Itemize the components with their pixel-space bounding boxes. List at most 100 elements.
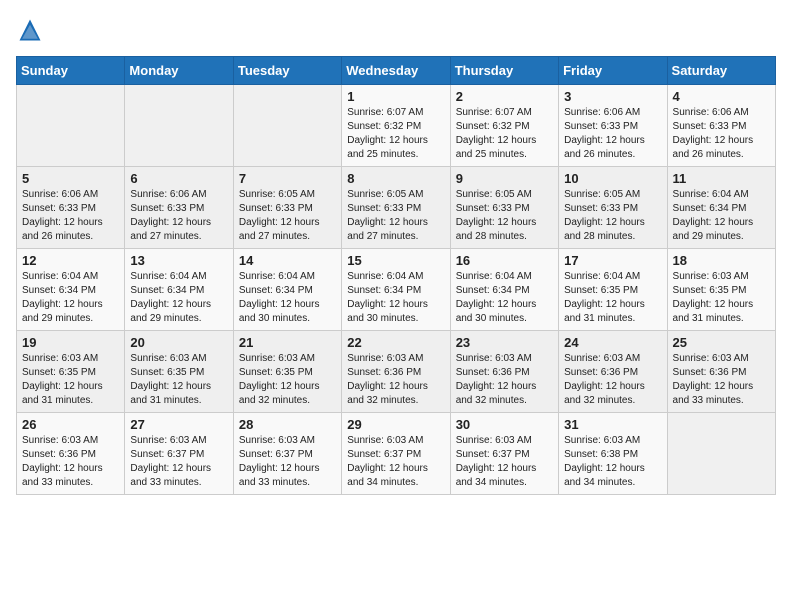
weekday-header-tuesday: Tuesday [233,57,341,85]
calendar-cell: 18 Sunrise: 6:03 AM Sunset: 6:35 PM Dayli… [667,249,775,331]
day-info: Sunrise: 6:03 AM Sunset: 6:36 PM Dayligh… [22,434,119,490]
calendar-cell [125,85,233,167]
day-info: Sunrise: 6:04 AM Sunset: 6:34 PM Dayligh… [347,270,444,326]
calendar-cell [17,85,125,167]
weekday-header-thursday: Thursday [450,57,558,85]
day-number: 21 [239,335,336,350]
day-info: Sunrise: 6:05 AM Sunset: 6:33 PM Dayligh… [456,188,553,244]
calendar-cell: 12Sunrise: 6:04 AM Sunset: 6:34 PM Dayli… [17,249,125,331]
calendar-cell: 31 Sunrise: 6:03 AM Sunset: 6:38 PM Dayli… [559,413,667,495]
day-info: Sunrise: 6:03 AM Sunset: 6:35 PM Dayligh… [239,352,336,408]
day-number: 27 [130,417,227,432]
day-info: Sunrise: 6:05 AM Sunset: 6:33 PM Dayligh… [239,188,336,244]
day-number: 4 [673,89,770,104]
calendar-cell: 24 Sunrise: 6:03 AM Sunset: 6:36 PM Dayli… [559,331,667,413]
weekday-header-monday: Monday [125,57,233,85]
day-info: Sunrise: 6:07 AM Sunset: 6:32 PM Dayligh… [347,106,444,162]
week-row-1: 5 Sunrise: 6:06 AM Sunset: 6:33 PM Daylig… [17,167,776,249]
day-number: 17 [564,253,661,268]
day-number: 13 [130,253,227,268]
weekday-header-row: SundayMondayTuesdayWednesdayThursdayFrid… [17,57,776,85]
day-info: Sunrise: 6:03 AM Sunset: 6:37 PM Dayligh… [239,434,336,490]
calendar-cell: 15 Sunrise: 6:04 AM Sunset: 6:34 PM Dayli… [342,249,450,331]
calendar-cell: 25 Sunrise: 6:03 AM Sunset: 6:36 PM Dayli… [667,331,775,413]
day-info: Sunrise: 6:03 AM Sunset: 6:35 PM Dayligh… [22,352,119,408]
day-number: 10 [564,171,661,186]
day-number: 19 [22,335,119,350]
day-number: 18 [673,253,770,268]
calendar-cell [667,413,775,495]
calendar-cell: 8 Sunrise: 6:05 AM Sunset: 6:33 PM Daylig… [342,167,450,249]
day-number: 1 [347,89,444,104]
day-number: 20 [130,335,227,350]
day-info: Sunrise: 6:03 AM Sunset: 6:35 PM Dayligh… [673,270,770,326]
day-number: 31 [564,417,661,432]
day-number: 22 [347,335,444,350]
day-info: Sunrise: 6:06 AM Sunset: 6:33 PM Dayligh… [673,106,770,162]
calendar-cell: 10 Sunrise: 6:05 AM Sunset: 6:33 PM Dayli… [559,167,667,249]
day-info: Sunrise: 6:07 AM Sunset: 6:32 PM Dayligh… [456,106,553,162]
day-number: 16 [456,253,553,268]
day-info: Sunrise: 6:03 AM Sunset: 6:36 PM Dayligh… [347,352,444,408]
week-row-2: 12Sunrise: 6:04 AM Sunset: 6:34 PM Dayli… [17,249,776,331]
day-number: 24 [564,335,661,350]
day-info: Sunrise: 6:05 AM Sunset: 6:33 PM Dayligh… [347,188,444,244]
calendar-cell: 30Sunrise: 6:03 AM Sunset: 6:37 PM Dayli… [450,413,558,495]
week-row-0: 1 Sunrise: 6:07 AM Sunset: 6:32 PM Daylig… [17,85,776,167]
logo [16,16,48,44]
day-info: Sunrise: 6:03 AM Sunset: 6:36 PM Dayligh… [456,352,553,408]
day-number: 5 [22,171,119,186]
day-info: Sunrise: 6:03 AM Sunset: 6:35 PM Dayligh… [130,352,227,408]
weekday-header-sunday: Sunday [17,57,125,85]
day-number: 15 [347,253,444,268]
day-number: 14 [239,253,336,268]
day-number: 3 [564,89,661,104]
day-info: Sunrise: 6:03 AM Sunset: 6:36 PM Dayligh… [673,352,770,408]
day-info: Sunrise: 6:06 AM Sunset: 6:33 PM Dayligh… [22,188,119,244]
weekday-header-saturday: Saturday [667,57,775,85]
day-number: 9 [456,171,553,186]
weekday-header-friday: Friday [559,57,667,85]
calendar-cell: 13 Sunrise: 6:04 AM Sunset: 6:34 PM Dayli… [125,249,233,331]
calendar-cell: 4 Sunrise: 6:06 AM Sunset: 6:33 PM Daylig… [667,85,775,167]
calendar-cell: 26Sunrise: 6:03 AM Sunset: 6:36 PM Dayli… [17,413,125,495]
calendar-cell: 7 Sunrise: 6:05 AM Sunset: 6:33 PM Daylig… [233,167,341,249]
calendar-cell: 17 Sunrise: 6:04 AM Sunset: 6:35 PM Dayli… [559,249,667,331]
day-info: Sunrise: 6:03 AM Sunset: 6:36 PM Dayligh… [564,352,661,408]
day-info: Sunrise: 6:03 AM Sunset: 6:38 PM Dayligh… [564,434,661,490]
day-number: 28 [239,417,336,432]
day-number: 11 [673,171,770,186]
day-number: 2 [456,89,553,104]
day-info: Sunrise: 6:06 AM Sunset: 6:33 PM Dayligh… [130,188,227,244]
day-info: Sunrise: 6:03 AM Sunset: 6:37 PM Dayligh… [456,434,553,490]
calendar-cell: 22 Sunrise: 6:03 AM Sunset: 6:36 PM Dayli… [342,331,450,413]
calendar-cell: 16 Sunrise: 6:04 AM Sunset: 6:34 PM Dayli… [450,249,558,331]
calendar-cell: 23 Sunrise: 6:03 AM Sunset: 6:36 PM Dayli… [450,331,558,413]
calendar-cell: 27 Sunrise: 6:03 AM Sunset: 6:37 PM Dayli… [125,413,233,495]
day-info: Sunrise: 6:04 AM Sunset: 6:34 PM Dayligh… [456,270,553,326]
day-number: 6 [130,171,227,186]
calendar-cell: 6 Sunrise: 6:06 AM Sunset: 6:33 PM Daylig… [125,167,233,249]
calendar-cell: 3Sunrise: 6:06 AM Sunset: 6:33 PM Daylig… [559,85,667,167]
week-row-3: 19 Sunrise: 6:03 AM Sunset: 6:35 PM Dayli… [17,331,776,413]
calendar-cell: 5 Sunrise: 6:06 AM Sunset: 6:33 PM Daylig… [17,167,125,249]
logo-icon [16,16,44,44]
day-info: Sunrise: 6:04 AM Sunset: 6:34 PM Dayligh… [673,188,770,244]
calendar-cell: 21 Sunrise: 6:03 AM Sunset: 6:35 PM Dayli… [233,331,341,413]
calendar-cell: 28 Sunrise: 6:03 AM Sunset: 6:37 PM Dayli… [233,413,341,495]
weekday-header-wednesday: Wednesday [342,57,450,85]
calendar-cell: 9 Sunrise: 6:05 AM Sunset: 6:33 PM Daylig… [450,167,558,249]
day-number: 7 [239,171,336,186]
day-number: 8 [347,171,444,186]
day-number: 23 [456,335,553,350]
day-number: 29 [347,417,444,432]
calendar-cell: 1 Sunrise: 6:07 AM Sunset: 6:32 PM Daylig… [342,85,450,167]
calendar-cell: 14Sunrise: 6:04 AM Sunset: 6:34 PM Dayli… [233,249,341,331]
day-info: Sunrise: 6:03 AM Sunset: 6:37 PM Dayligh… [347,434,444,490]
day-info: Sunrise: 6:04 AM Sunset: 6:34 PM Dayligh… [130,270,227,326]
day-info: Sunrise: 6:03 AM Sunset: 6:37 PM Dayligh… [130,434,227,490]
day-info: Sunrise: 6:04 AM Sunset: 6:35 PM Dayligh… [564,270,661,326]
day-number: 25 [673,335,770,350]
calendar-cell: 19 Sunrise: 6:03 AM Sunset: 6:35 PM Dayli… [17,331,125,413]
day-info: Sunrise: 6:05 AM Sunset: 6:33 PM Dayligh… [564,188,661,244]
